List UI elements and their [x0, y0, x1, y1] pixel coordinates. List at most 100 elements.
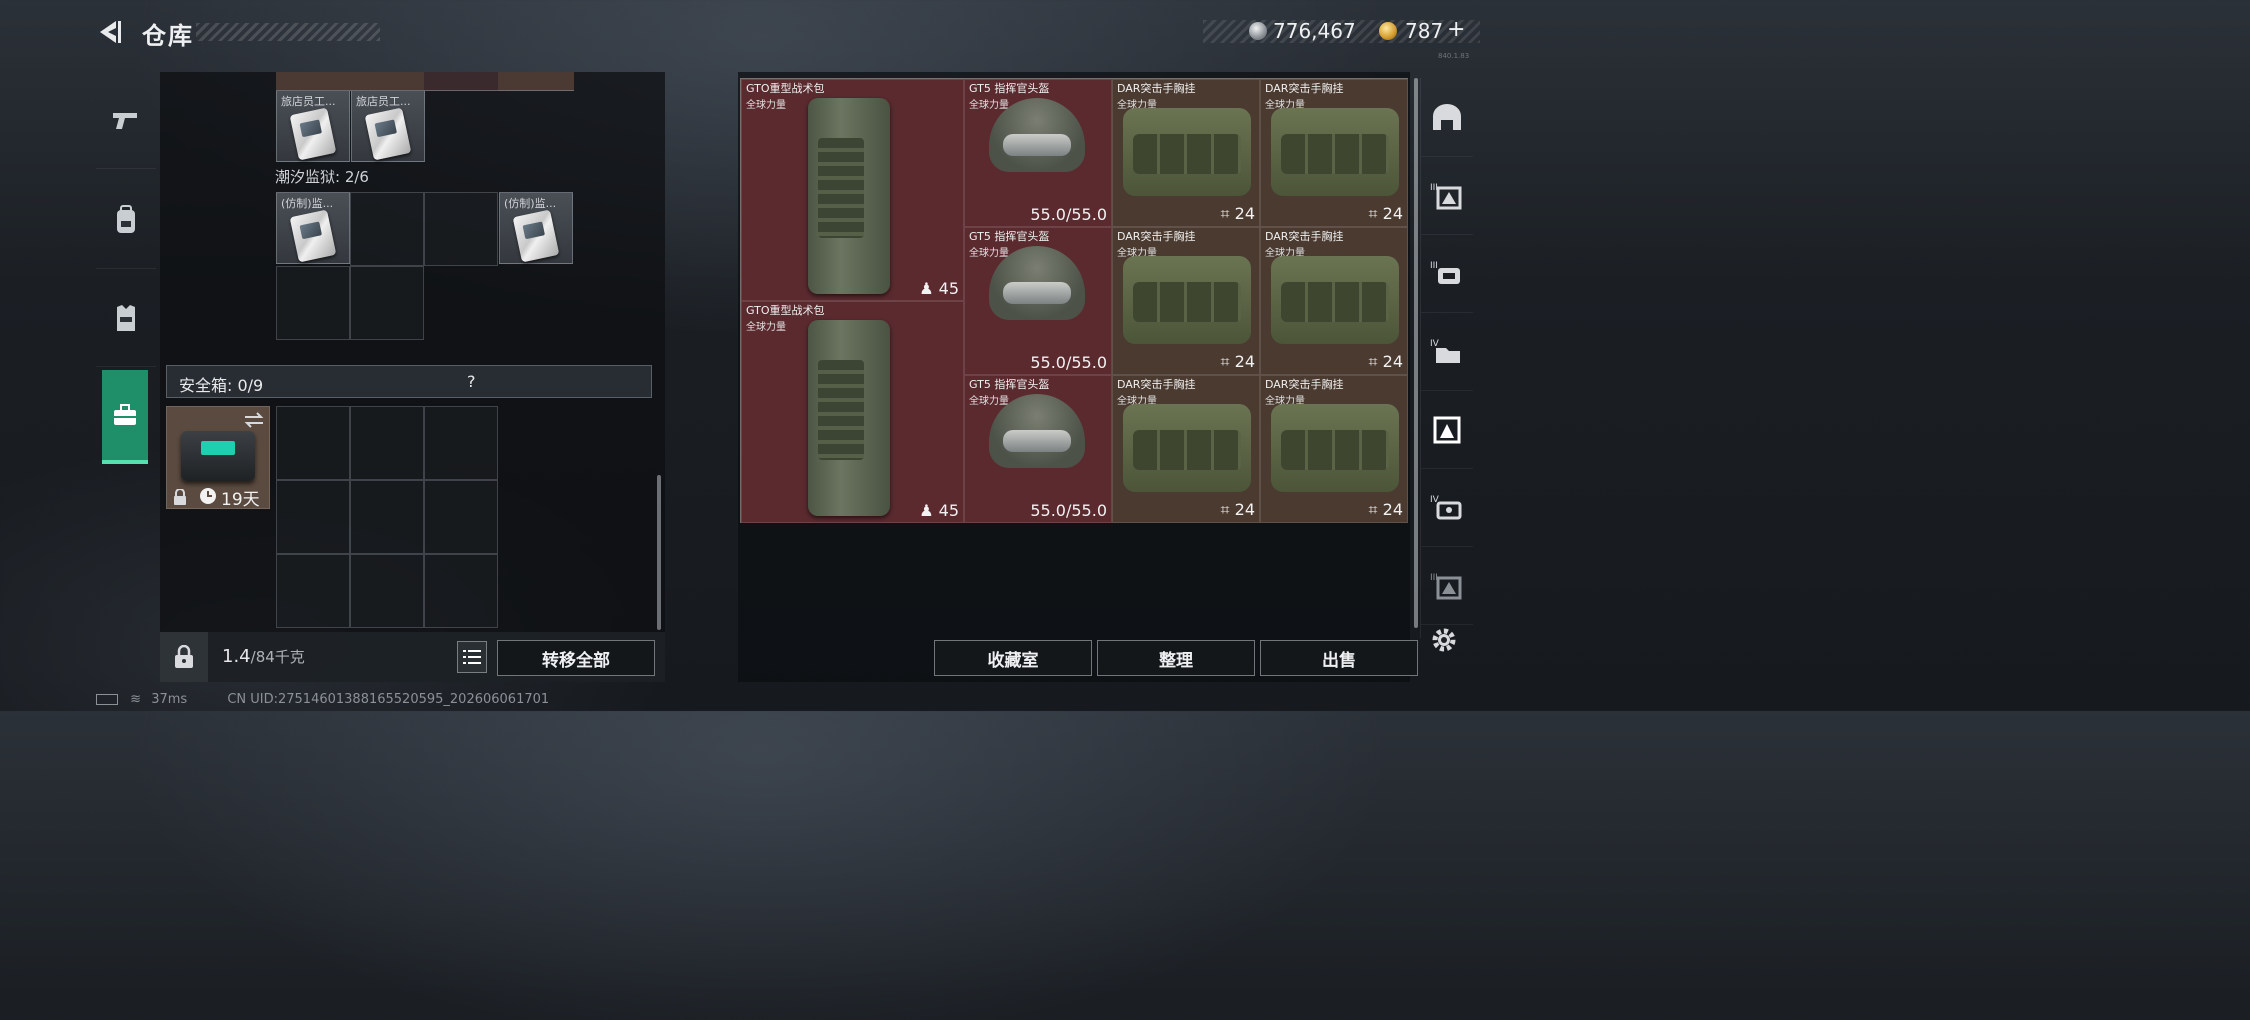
safe-box-item[interactable]: 19天	[166, 406, 270, 510]
sell-button[interactable]: 出售	[1260, 640, 1418, 676]
uid-text: CN UID:27514601388165520595_202606061701	[227, 692, 550, 707]
item-label: (仿制)监...	[504, 197, 557, 210]
item-slot[interactable]: 旅店员工...	[276, 90, 350, 162]
vest-tab[interactable]: III	[1421, 546, 1473, 625]
stash-item-vest[interactable]: DAR突击手胸挂 全球力量 ⌗ 24	[1260, 227, 1408, 375]
title-decoration	[196, 23, 380, 41]
capacity-number: 24	[1234, 500, 1255, 519]
help-button[interactable]: ?	[467, 372, 476, 391]
empty-slot[interactable]	[350, 192, 424, 266]
stash-item-backpack[interactable]: GTO重型战术包 全球力量 ♟ 45	[741, 79, 964, 301]
vest-level-icon: IV	[1430, 495, 1462, 520]
weapons-tab[interactable]	[96, 72, 156, 169]
item-name: DAR突击手胸挂	[1265, 82, 1344, 95]
vest-icon	[1271, 256, 1399, 344]
safe-slot[interactable]	[424, 554, 498, 628]
sort-button[interactable]: 整理	[1097, 640, 1255, 676]
capacity-number: 24	[1382, 500, 1403, 519]
lock-icon	[175, 645, 193, 668]
capacity-number: 24	[1234, 204, 1255, 223]
safe-slot[interactable]	[276, 554, 350, 628]
stash-item-vest[interactable]: DAR突击手胸挂 全球力量 ⌗ 24	[1260, 375, 1408, 523]
battery-icon	[96, 694, 118, 705]
page-title: 仓库	[142, 22, 194, 50]
safe-slot[interactable]	[276, 406, 350, 480]
folder-level-icon: IV	[1430, 339, 1460, 363]
stash-item-vest[interactable]: DAR突击手胸挂 全球力量 ⌗ 24	[1112, 227, 1260, 375]
safe-case-icon	[181, 431, 255, 481]
safe-slot[interactable]	[424, 406, 498, 480]
transfer-all-button[interactable]: 转移全部	[497, 640, 655, 676]
lvl4-vest-tab[interactable]: IV	[1421, 468, 1473, 547]
capacity-icon: ♟	[919, 279, 939, 298]
safe-slot[interactable]	[350, 406, 424, 480]
weight-max: /84千克	[250, 648, 305, 666]
safe-slot[interactable]	[276, 480, 350, 554]
safe-slot[interactable]	[424, 480, 498, 554]
capacity-value: ♟ 45	[919, 279, 959, 298]
wifi-icon: ≋	[130, 692, 142, 707]
safe-timer: 19天	[221, 490, 260, 510]
empty-slot[interactable]	[276, 266, 350, 340]
vest-tab[interactable]	[96, 270, 156, 367]
capacity-icon: ⌗	[1368, 204, 1383, 223]
list-view-button[interactable]	[457, 641, 487, 673]
capacity-value: ⌗ 24	[1221, 204, 1255, 224]
stash-item-helmet[interactable]: GT5 指挥官头盔 全球力量 55.0/55.0	[964, 79, 1112, 227]
stash-item-vest[interactable]: DAR突击手胸挂 全球力量 ⌗ 24	[1260, 79, 1408, 227]
item-name: DAR突击手胸挂	[1117, 82, 1196, 95]
item-name: DAR突击手胸挂	[1265, 378, 1344, 391]
stash-item-vest[interactable]: DAR突击手胸挂 全球力量 ⌗ 24	[1112, 79, 1260, 227]
inventory-scrollbar[interactable]	[657, 475, 661, 630]
vest-icon	[117, 305, 135, 331]
stash-item-helmet[interactable]: GT5 指挥官头盔 全球力量 55.0/55.0	[964, 227, 1112, 375]
lvl3-backpack-tab[interactable]: III	[1421, 234, 1473, 313]
vest-icon	[1433, 416, 1461, 444]
item-slot[interactable]: 旅店员工...	[351, 90, 425, 162]
gear-icon[interactable]	[1430, 626, 1458, 654]
stash-item-helmet[interactable]: GT5 指挥官头盔 全球力量 55.0/55.0	[964, 375, 1112, 523]
svg-text:III: III	[1430, 261, 1438, 271]
item-name: DAR突击手胸挂	[1117, 378, 1196, 391]
keycard-icon	[289, 107, 337, 161]
keycard-icon	[512, 209, 560, 263]
helmet-tab[interactable]	[1421, 78, 1473, 157]
item-label: (仿制)监...	[281, 197, 334, 210]
stash-scrollbar[interactable]	[1414, 78, 1418, 628]
weight-display: 1.4/84千克	[222, 646, 305, 667]
capacity-number: 24	[1234, 352, 1255, 371]
stash-item-vest[interactable]: DAR突击手胸挂 全球力量 ⌗ 24	[1112, 375, 1260, 523]
back-icon[interactable]	[96, 18, 124, 46]
durability-value: 55.0/55.0	[1030, 353, 1107, 372]
capacity-value: ♟ 45	[919, 501, 959, 520]
backpack-icon	[808, 98, 890, 294]
item-slot[interactable]: (仿制)监...	[276, 192, 350, 264]
item-name: GT5 指挥官头盔	[969, 378, 1050, 391]
lvl4-folder-tab[interactable]: IV	[1421, 312, 1473, 391]
empty-slot[interactable]	[424, 192, 498, 266]
durability-value: 55.0/55.0	[1030, 205, 1107, 224]
item-slot[interactable]: (仿制)监...	[499, 192, 573, 264]
lvl3-vest-tab[interactable]: III	[1421, 156, 1473, 235]
capacity-number: 45	[938, 501, 959, 520]
lock-button[interactable]	[160, 632, 208, 682]
vest-tab-active[interactable]	[1421, 390, 1473, 469]
item-name: DAR突击手胸挂	[1117, 230, 1196, 243]
vest-icon	[1123, 256, 1251, 344]
silver-coin-icon	[1249, 22, 1267, 40]
safe-box-label: 安全箱: 0/9	[179, 376, 264, 395]
stash-item-backpack[interactable]: GTO重型战术包 全球力量 ♟ 45	[741, 301, 964, 523]
backpack-tab[interactable]	[96, 172, 156, 269]
item-label: 旅店员工...	[281, 95, 336, 108]
collection-room-button[interactable]: 收藏室	[934, 640, 1092, 676]
partial-item-row	[276, 72, 574, 91]
capacity-value: ⌗ 24	[1221, 500, 1255, 520]
add-gold-button[interactable]: +	[1447, 17, 1465, 42]
clock-icon	[200, 488, 216, 504]
swap-icon[interactable]	[243, 411, 265, 429]
pistol-icon	[113, 113, 137, 129]
empty-slot[interactable]	[350, 266, 424, 340]
safe-slot[interactable]	[350, 480, 424, 554]
safe-tab[interactable]	[102, 370, 148, 464]
safe-slot[interactable]	[350, 554, 424, 628]
